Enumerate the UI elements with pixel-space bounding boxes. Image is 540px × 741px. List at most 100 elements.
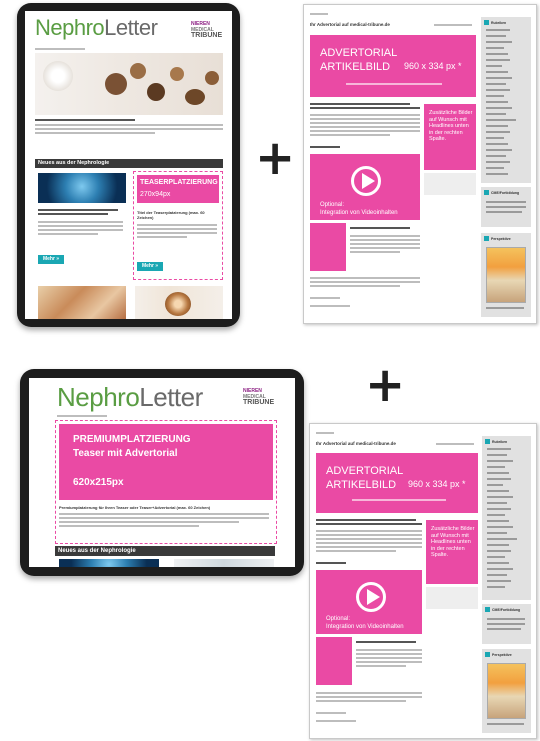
intro-title-line: [310, 103, 410, 105]
sidebar-item[interactable]: [486, 77, 512, 79]
body-text-line: [310, 297, 340, 299]
sidebar-item[interactable]: [486, 65, 502, 67]
more-button-1[interactable]: Mehr »: [38, 255, 64, 264]
plus-sign: +: [255, 130, 296, 186]
sidebar-item[interactable]: [486, 53, 508, 55]
cme-line: [487, 618, 525, 620]
hero-size: 960 x 334 px *: [404, 61, 462, 71]
sidebar-item[interactable]: [487, 586, 505, 588]
sidebar-item[interactable]: [486, 125, 508, 127]
body-text-line: [316, 546, 422, 548]
sidebar-item[interactable]: [487, 490, 509, 492]
sidebar-item[interactable]: [487, 556, 505, 558]
sidebar-item[interactable]: [487, 448, 511, 450]
article-text-line: [38, 225, 123, 227]
section-heading-bar: Neues aus der Nephrologie: [35, 159, 223, 168]
sidebar-item[interactable]: [487, 544, 509, 546]
intro-title-line: [310, 107, 420, 109]
body-text-line: [316, 692, 422, 694]
sidebar-item[interactable]: [486, 107, 512, 109]
sidebar-item[interactable]: [486, 143, 508, 145]
sidebar-item[interactable]: [487, 454, 507, 456]
issue-line: [57, 415, 107, 417]
sidebar-item[interactable]: [486, 89, 510, 91]
sidebar-item[interactable]: [486, 119, 516, 121]
sidebar-item[interactable]: [486, 41, 512, 43]
magazine-caption-line: [487, 723, 524, 725]
sidebar-item[interactable]: [487, 526, 513, 528]
sidebar-item[interactable]: [487, 580, 511, 582]
sidebar-item[interactable]: [487, 532, 507, 534]
sidebar-item[interactable]: [487, 478, 511, 480]
sidebar-item[interactable]: [487, 538, 517, 540]
sidebar-item[interactable]: [487, 514, 505, 516]
premium-size: 620x215px: [73, 477, 124, 488]
premium-placement: PREMIUMPLATZIERUNG Teaser mit Advertoria…: [55, 420, 277, 544]
sidebar-item[interactable]: [486, 149, 512, 151]
sidebar-item[interactable]: [486, 95, 504, 97]
body-text-line: [316, 696, 422, 698]
inline-title-line: [350, 227, 410, 229]
cme-line: [487, 623, 525, 625]
inline-image-box: [316, 637, 352, 685]
sidebar-item[interactable]: [486, 83, 506, 85]
inline-text-line: [356, 665, 406, 667]
perspektive-box: Perspektive: [481, 233, 531, 317]
tablet-mockup-1: NephroLetter NIEREN MEDICAL TRIBUNE Neue…: [17, 3, 240, 327]
sidebar-item[interactable]: [487, 568, 513, 570]
sidebar-item[interactable]: [487, 574, 507, 576]
advertorial-hero-image: ADVERTORIAL ARTIKELBILD 960 x 334 px *: [316, 453, 478, 513]
sidebar-item[interactable]: [486, 47, 504, 49]
inline-text-line: [356, 661, 422, 663]
sidebar-item[interactable]: [486, 161, 510, 163]
perspektive-icon: [484, 236, 489, 241]
website-page-2: Ihr Advertorial auf medical-tribune.de A…: [309, 423, 537, 739]
premium-text-line: [59, 525, 199, 527]
magazine-caption-line: [486, 307, 524, 309]
sidebar-item[interactable]: [486, 59, 510, 61]
sidebar-item[interactable]: [486, 173, 508, 175]
body-text-line: [310, 114, 420, 116]
perspektive-icon: [485, 652, 490, 657]
sidebar-item[interactable]: [486, 71, 508, 73]
sidebar-item[interactable]: [487, 508, 511, 510]
section-heading-bar: Neues aus der Nephrologie: [55, 546, 275, 556]
sidebar-item[interactable]: [487, 520, 509, 522]
hero-caption-line: [352, 499, 446, 501]
sidebar-item[interactable]: [486, 155, 506, 157]
video-line-1: Optional:: [326, 616, 351, 622]
hero-line-1: ADVERTORIAL: [320, 47, 398, 59]
sidebar-item[interactable]: [486, 35, 506, 37]
hero-line-1: ADVERTORIAL: [326, 465, 404, 477]
sidebar-item[interactable]: [486, 131, 510, 133]
magazine-cover[interactable]: [487, 663, 526, 719]
sidebar-item[interactable]: [487, 460, 513, 462]
sidebar-item[interactable]: [486, 101, 508, 103]
advertorial-hero-image: ADVERTORIAL ARTIKELBILD 960 x 334 px *: [310, 35, 476, 97]
sidebar-item[interactable]: [486, 113, 506, 115]
teaser-text-line: [137, 236, 187, 238]
sidebar-item[interactable]: [486, 167, 504, 169]
cme-icon: [484, 190, 489, 195]
tablet-mockup-2: NephroLetter NIEREN MEDICAL TRIBUNE PREM…: [20, 369, 304, 576]
sidebar-item[interactable]: [486, 137, 504, 139]
article-text-line: [38, 221, 123, 223]
sidebar-item[interactable]: [487, 550, 511, 552]
video-line-2: Integration von Videoinhalten: [326, 624, 404, 630]
more-button-2[interactable]: Mehr »: [137, 262, 163, 271]
sidebar-item[interactable]: [487, 496, 513, 498]
sidebar-item[interactable]: [487, 502, 507, 504]
sidebar-item[interactable]: [486, 29, 510, 31]
body-text-line: [310, 118, 420, 120]
sidebar-item[interactable]: [487, 562, 509, 564]
sidebar-item[interactable]: [487, 472, 509, 474]
hero-line-2: ARTIKELBILD: [326, 479, 397, 491]
sidebar-item[interactable]: [487, 484, 503, 486]
inline-text-line: [356, 649, 422, 651]
sidebar-item[interactable]: [487, 466, 505, 468]
box-footer: [426, 587, 478, 609]
magazine-cover[interactable]: [486, 247, 526, 303]
video-line-2: Integration von Videoinhalten: [320, 210, 398, 216]
cme-box: CME/Fortbildung: [482, 604, 531, 644]
inline-text-line: [350, 235, 420, 237]
